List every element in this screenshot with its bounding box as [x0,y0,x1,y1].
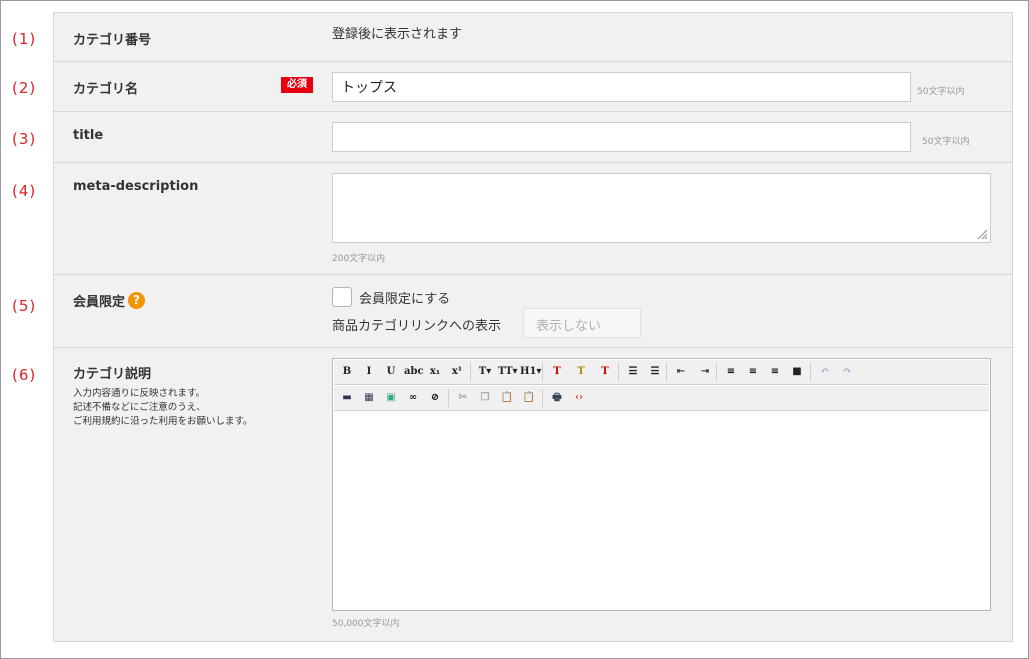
note-line: 記述不備などにご注意のうえ、 [73,402,206,413]
strikethrough-button[interactable]: abc [404,363,424,381]
source-button[interactable]: ‹› [570,389,588,407]
category-name-input[interactable] [332,72,911,102]
members-only-label-wrap: 会員限定? [73,291,146,311]
row-category-number: カテゴリ番号 登録後に表示されます [53,12,1013,62]
category-number-label: カテゴリ番号 [73,33,152,48]
toolbar-separator [618,363,619,381]
members-only-checkbox-label[interactable]: 会員限定にする [359,288,450,307]
table-button[interactable]: ▦ [360,389,378,407]
link-button[interactable]: ∞ [404,389,422,407]
row-number-3: (3) [12,130,37,148]
cut-button[interactable]: ✂ [454,389,472,407]
paste-text-button[interactable]: 📋 [520,389,538,407]
resize-grip-icon[interactable] [976,228,988,240]
meta-description-limit: 200文字以内 [332,254,386,264]
subscript-button[interactable]: x₁ [426,363,444,381]
members-only-checkbox[interactable] [332,287,352,307]
unlink-button[interactable]: ⊘ [426,389,444,407]
toolbar-separator [810,363,811,381]
heading-button[interactable]: H1▾ [520,363,541,381]
row-number-6: (6) [12,366,37,384]
align-left-button[interactable]: ≡ [722,363,740,381]
help-icon[interactable]: ? [128,292,146,309]
align-right-button[interactable]: ≡ [766,363,784,381]
row-number-1: (1) [12,30,37,48]
italic-button[interactable]: I [360,363,378,381]
bold-button[interactable]: B [338,363,356,381]
indent-button[interactable]: ⇥ [696,363,714,381]
highlight-button[interactable]: T [572,363,590,381]
meta-description-label: meta-description [73,179,199,194]
align-center-button[interactable]: ≡ [744,363,762,381]
row-members-only: 会員限定? 会員限定にする 商品カテゴリリンクへの表示 表示しない [53,275,1013,348]
category-description-note: 入力内容通りに反映されます。 記述不備などにご注意のうえ、 ご利用規約に沿った利… [73,387,253,429]
toolbar-separator [542,363,543,381]
align-justify-button[interactable]: ■ [788,363,806,381]
toolbar-separator [542,389,543,407]
remove-format-button[interactable]: T [596,363,614,381]
required-badge: 必須 [281,77,313,93]
rich-text-editor: B I Uabc x₁ x¹ T▾ TT▾ H1▾ T T T ☰ ☰ ⇤ ⇥ ≡ ≡ ≡ ■ ↶ ↷ ▬ ▦ ▣ ∞ ⊘ ✂ ❐ 📋… [332,358,991,611]
bulleted-list-button[interactable]: ☰ [624,363,642,381]
toolbar-separator [716,363,717,381]
title-label: title [73,128,104,143]
row-category-description: カテゴリ説明 入力内容通りに反映されます。 記述不備などにご注意のうえ、 ご利用… [53,348,1013,642]
paste-button[interactable]: 📋 [498,389,516,407]
category-description-label: カテゴリ説明 [73,367,152,382]
row-title: title 50文字以内 [53,112,1013,163]
category-name-label: カテゴリ名 [73,82,139,97]
category-link-display-label: 商品カテゴリリンクへの表示 [332,319,502,334]
category-number-value: 登録後に表示されます [332,27,463,42]
editor-content-area[interactable] [334,413,989,609]
horizontal-rule-button[interactable]: ▬ [338,389,356,407]
note-line: 入力内容通りに反映されます。 [73,388,206,399]
image-button[interactable]: ▣ [382,389,400,407]
category-link-display-select[interactable]: 表示しない [523,308,641,338]
category-description-limit: 50,000文字以内 [332,619,400,629]
category-name-limit: 50文字以内 [917,87,965,97]
title-input[interactable] [332,122,911,152]
font-family-button[interactable]: TT▾ [498,363,518,381]
row-number-4: (4) [12,182,37,200]
numbered-list-button[interactable]: ☰ [646,363,664,381]
row-meta-description: meta-description 200文字以内 [53,163,1013,275]
outdent-button[interactable]: ⇤ [672,363,690,381]
superscript-button[interactable]: x¹ [448,363,466,381]
row-number-2: (2) [12,79,37,97]
toolbar-separator [448,389,449,407]
copy-button[interactable]: ❐ [476,389,494,407]
editor-toolbar-row-2: ▬ ▦ ▣ ∞ ⊘ ✂ ❐ 📋 📋 🖶 ‹› [334,386,989,411]
underline-button[interactable]: U [382,363,400,381]
row-category-name: カテゴリ名 必須 50文字以内 [53,62,1013,112]
members-only-label: 会員限定 [73,295,126,310]
font-size-button[interactable]: T▾ [476,363,494,381]
toolbar-separator [666,363,667,381]
undo-button[interactable]: ↶ [816,363,834,381]
toolbar-separator [470,363,471,381]
note-line: ご利用規約に沿った利用をお願いします。 [73,416,253,427]
print-button[interactable]: 🖶 [548,389,566,407]
row-number-5: (5) [12,297,37,315]
text-color-button[interactable]: T [548,363,566,381]
title-limit: 50文字以内 [922,137,970,147]
redo-button[interactable]: ↷ [838,363,856,381]
editor-toolbar-row-1: B I Uabc x₁ x¹ T▾ TT▾ H1▾ T T T ☰ ☰ ⇤ ⇥ ≡ ≡ ≡ ■ ↶ ↷ [334,360,989,385]
meta-description-textarea[interactable] [332,173,991,243]
